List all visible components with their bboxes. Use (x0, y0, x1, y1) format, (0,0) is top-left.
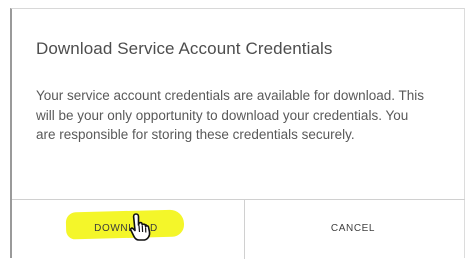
dialog-title: Download Service Account Credentials (36, 39, 333, 58)
cancel-button-label: CANCEL (330, 223, 376, 234)
cancel-button[interactable]: CANCEL (243, 199, 463, 258)
dialog-message: Your service account credentials are ava… (36, 88, 424, 142)
download-button[interactable]: DOWNLOAD (10, 199, 242, 258)
hand-pointer-icon (129, 213, 151, 241)
